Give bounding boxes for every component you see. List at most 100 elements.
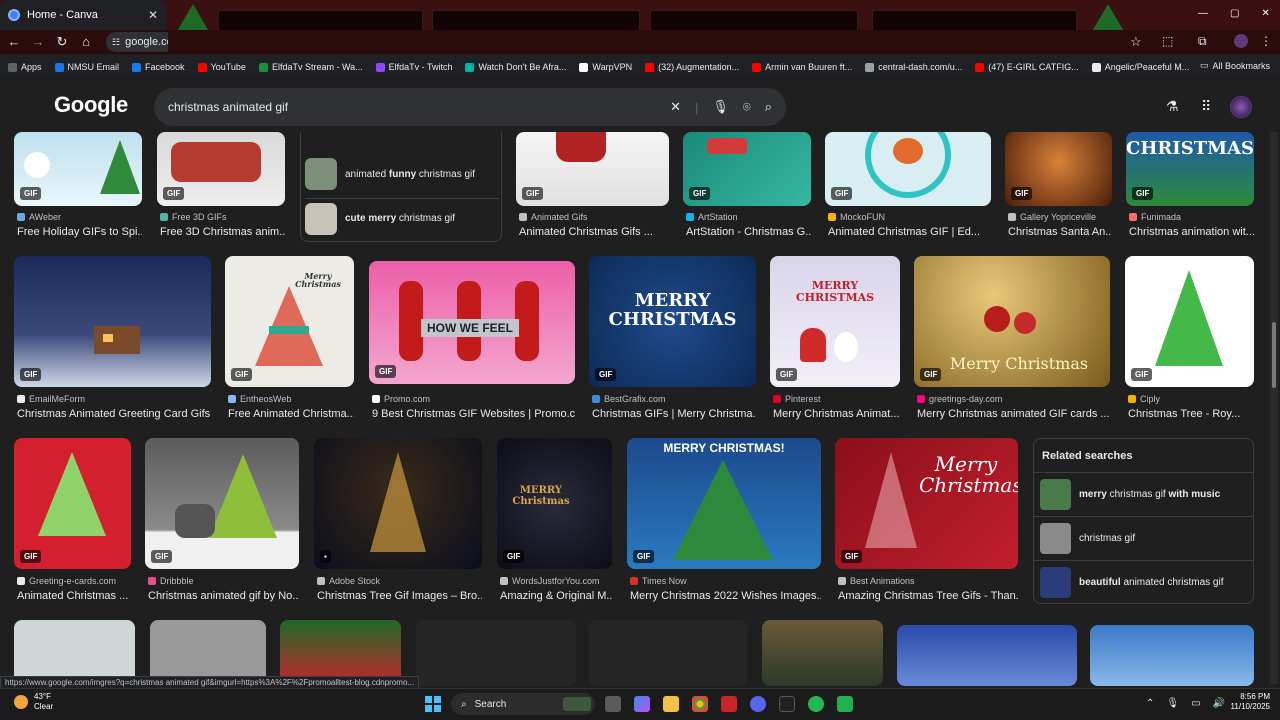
clear-icon[interactable]: ✕ <box>670 99 681 115</box>
result-title[interactable]: Free 3D Christmas anim... <box>160 226 285 238</box>
result-thumb-r2-3[interactable]: HOW WE FEEL GIF <box>369 261 575 384</box>
close-tab-icon[interactable]: ✕ <box>148 8 158 22</box>
result-source[interactable]: Animated Gifs <box>519 212 669 222</box>
result-title[interactable]: Amazing Christmas Tree Gifs - Than... <box>838 590 1018 602</box>
result-thumb-r1-2[interactable]: GIF <box>157 132 285 206</box>
result-source[interactable]: BestGrafix.com <box>592 394 756 404</box>
bookmark-item[interactable]: central-dash.com/u... <box>865 62 962 72</box>
result-title[interactable]: ArtStation - Christmas G... <box>686 226 811 238</box>
discord-icon[interactable] <box>750 696 766 712</box>
result-thumb-r3-5[interactable]: MERRY CHRISTMAS! GIF <box>627 438 821 569</box>
result-title[interactable]: Christmas animation wit... <box>1129 226 1254 238</box>
result-thumb-r2-1[interactable]: GIF <box>14 256 211 387</box>
result-thumb-r3-2[interactable]: GIF <box>145 438 299 569</box>
result-thumb-r4-4[interactable] <box>416 620 576 686</box>
bookmark-item[interactable]: NMSU Email <box>54 62 119 72</box>
result-title[interactable]: 9 Best Christmas GIF Websites | Promo.c.… <box>372 408 575 420</box>
minimize-icon[interactable]: — <box>1198 8 1208 19</box>
bookmark-item[interactable]: ElfdaTv Stream - Wa... <box>258 62 363 72</box>
result-thumb-r1-6[interactable]: GIF <box>1005 132 1112 206</box>
bookmark-item[interactable]: Watch Don't Be Afra... <box>465 62 566 72</box>
result-title[interactable]: Amazing & Original M... <box>500 590 612 602</box>
result-thumb-r2-6[interactable]: Merry Christmas GIF <box>914 256 1110 387</box>
mic-icon[interactable]: 🎙 <box>1166 698 1179 709</box>
result-thumb-r3-3[interactable]: ▪ <box>314 438 482 569</box>
result-thumb-r3-4[interactable]: MERRY Christmas GIF <box>497 438 612 569</box>
clock[interactable]: 8:56 PM 11/10/2025 <box>1220 692 1270 713</box>
home-icon[interactable]: ⌂ <box>78 34 94 49</box>
result-source[interactable]: Greeting-e-cards.com <box>17 576 131 586</box>
result-title[interactable]: Christmas Animated Greeting Card Gifs <box>17 408 211 420</box>
apps-grid-icon[interactable]: ⠿ <box>1201 98 1211 115</box>
result-title[interactable]: Christmas Santa An... <box>1008 226 1112 238</box>
bookmark-item[interactable]: YouTube <box>197 62 246 72</box>
address-bar[interactable]: ☷ google.co <box>106 32 168 52</box>
result-title[interactable]: Christmas Tree - Roy... <box>1128 408 1254 420</box>
menu-icon[interactable]: ⋮ <box>1260 34 1272 48</box>
result-source[interactable]: Dribbble <box>148 576 299 586</box>
result-thumb-r1-3[interactable]: GIF <box>516 132 669 206</box>
result-title[interactable]: Free Animated Christma... <box>228 408 354 420</box>
extensions-icon[interactable]: ⬚ <box>1162 34 1173 48</box>
result-source[interactable]: EntheosWeb <box>228 394 354 404</box>
bookmark-item[interactable]: Angelic/Peaceful M... <box>1091 62 1189 72</box>
result-thumb-r4-6[interactable] <box>762 620 883 686</box>
result-source[interactable]: AWeber <box>17 212 142 222</box>
bookmark-item[interactable]: Apps <box>8 62 42 72</box>
bookmark-item[interactable]: Armin van Buuren ft... <box>752 62 852 72</box>
result-thumb-r1-7[interactable]: CHRISTMAS GIF <box>1126 132 1254 206</box>
maximize-icon[interactable]: ▢ <box>1230 8 1239 19</box>
result-title[interactable]: Christmas animated gif by No... <box>148 590 299 602</box>
bookmark-item[interactable]: ElfdaTv - Twitch <box>375 62 452 72</box>
network-icon[interactable]: ▭ <box>1191 698 1200 709</box>
result-source[interactable]: Promo.com <box>372 394 575 404</box>
reload-icon[interactable]: ↻ <box>54 34 70 50</box>
result-thumb-r3-1[interactable]: GIF <box>14 438 131 569</box>
result-source[interactable]: EmailMeForm <box>17 394 211 404</box>
bookmark-item[interactable]: WarpVPN <box>579 62 632 72</box>
suggestion-item[interactable]: animated funny christmas gif <box>305 154 499 194</box>
lens-icon[interactable]: ⌾ <box>743 99 751 115</box>
result-source[interactable]: Adobe Stock <box>317 576 482 586</box>
result-source[interactable]: Gallery Yopriceville <box>1008 212 1112 222</box>
related-search-item[interactable]: merry christmas gif with music <box>1034 472 1253 516</box>
mic-icon[interactable]: 🎙 <box>712 99 729 115</box>
search-box[interactable]: christmas animated gif ✕ | 🎙 ⌾ ⌕ <box>154 88 786 126</box>
result-title[interactable]: Animated Christmas ... <box>17 590 131 602</box>
game-app-icon[interactable] <box>837 696 853 712</box>
result-title[interactable]: Merry Christmas animated GIF cards ... <box>917 408 1110 420</box>
weather-widget[interactable]: 43°F Clear <box>14 692 53 711</box>
site-info-icon[interactable]: ☷ <box>112 37 120 48</box>
task-view-icon[interactable] <box>605 696 621 712</box>
result-thumb-r4-7[interactable] <box>897 625 1077 686</box>
search-icon[interactable]: ⌕ <box>765 99 772 115</box>
avatar[interactable] <box>1230 96 1252 118</box>
copilot-icon[interactable] <box>634 696 650 712</box>
tab-home-canva[interactable]: Home - Canva ✕ <box>0 0 166 30</box>
start-button[interactable] <box>425 696 441 712</box>
bookmark-item[interactable]: (32) Augmentation... <box>645 62 739 72</box>
bookmark-star-icon[interactable]: ☆ <box>1130 34 1142 50</box>
result-thumb-r4-8[interactable] <box>1090 625 1254 686</box>
audio-app-icon[interactable] <box>779 696 795 712</box>
related-search-item[interactable]: christmas gif <box>1034 516 1253 560</box>
result-title[interactable]: Merry Christmas Animat... <box>773 408 900 420</box>
result-thumb-r2-4[interactable]: MERRY CHRISTMAS GIF <box>589 256 756 387</box>
result-thumb-r2-7[interactable]: GIF <box>1125 256 1254 387</box>
scrollbar[interactable] <box>1270 132 1278 684</box>
back-icon[interactable]: ← <box>6 34 22 49</box>
result-title[interactable]: Christmas Tree Gif Images – Bro... <box>317 590 482 602</box>
result-thumb-r1-1[interactable]: GIF <box>14 132 142 206</box>
related-search-item[interactable]: beautiful animated christmas gif <box>1034 560 1253 604</box>
chrome-icon[interactable] <box>692 696 708 712</box>
result-source[interactable]: greetings-day.com <box>917 394 1110 404</box>
file-explorer-icon[interactable] <box>663 696 679 712</box>
close-window-icon[interactable]: ✕ <box>1261 8 1269 19</box>
forward-icon[interactable]: → <box>30 34 46 49</box>
chevron-up-icon[interactable]: ⌃ <box>1146 698 1154 709</box>
app-icon[interactable] <box>721 696 737 712</box>
result-thumb-r1-5[interactable]: GIF <box>825 132 991 206</box>
bookmark-item[interactable]: Facebook <box>132 62 185 72</box>
result-thumb-r3-6[interactable]: Merry Christmas GIF <box>835 438 1018 569</box>
result-source[interactable]: Funimada <box>1129 212 1254 222</box>
